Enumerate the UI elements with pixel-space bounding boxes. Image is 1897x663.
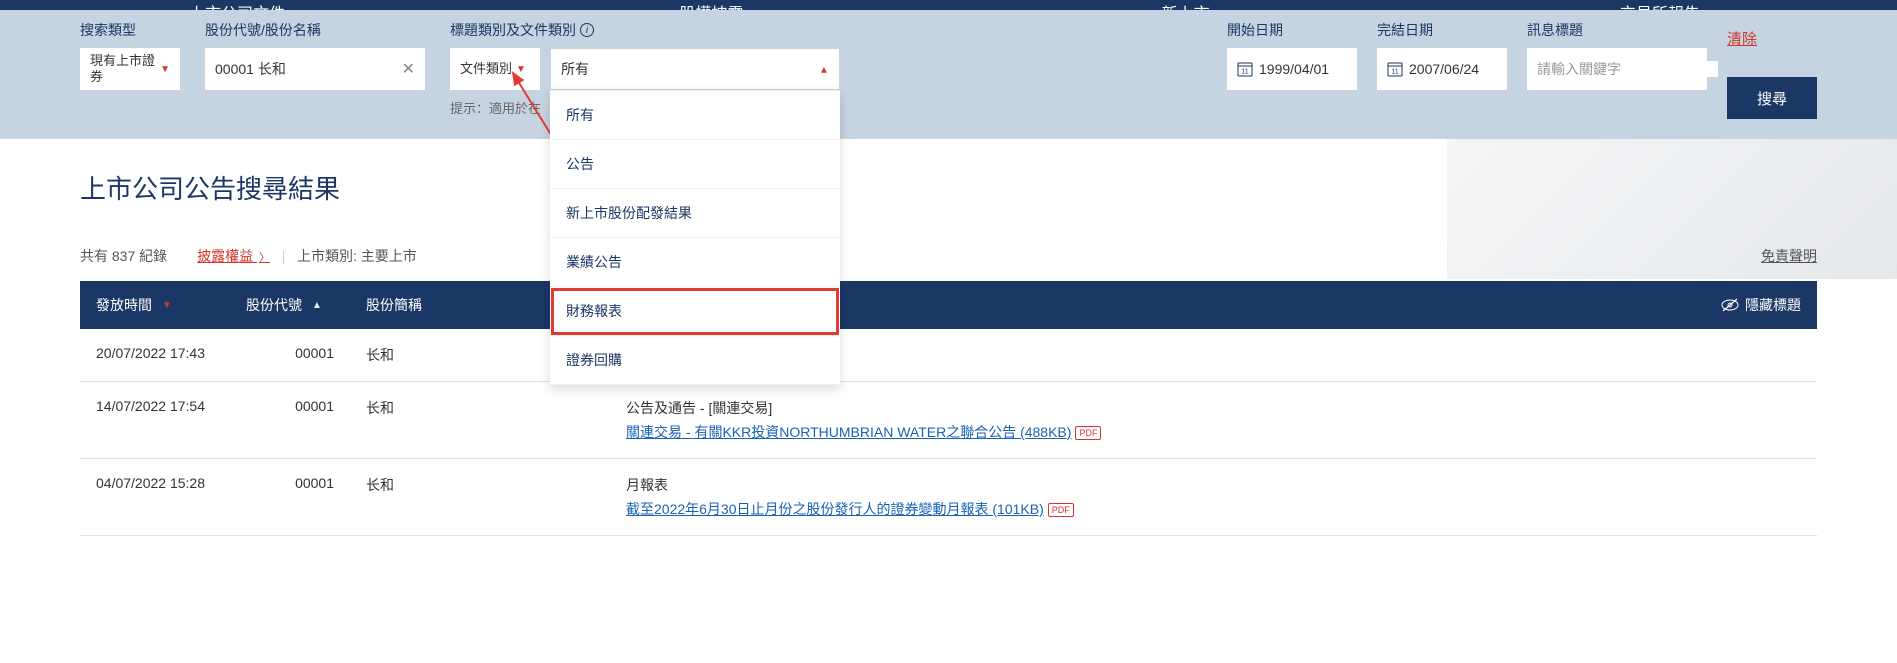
cell-time: 14/07/2022 17:54 bbox=[80, 382, 230, 459]
th-time[interactable]: 發放時間▼ bbox=[80, 281, 230, 329]
caret-up-icon: ▼ bbox=[819, 64, 829, 75]
content: 上市公司公告搜尋結果 共有 837 紀錄 披露權益 〉 | 上市類別: 主要上市… bbox=[0, 139, 1897, 566]
results-count: 共有 837 紀錄 bbox=[80, 246, 167, 266]
sort-desc-icon: ▼ bbox=[162, 300, 172, 311]
end-date-input[interactable]: 11 2007/06/24 bbox=[1377, 48, 1507, 90]
pdf-badge: PDF bbox=[1048, 503, 1074, 517]
search-type-select[interactable]: 現有上市證券 ▼ bbox=[80, 48, 180, 90]
hide-title-toggle[interactable]: 隱藏標題 bbox=[1721, 295, 1801, 315]
search-type-value: 現有上市證券 bbox=[90, 53, 156, 84]
table-row: 14/07/2022 17:5400001长和公告及通告 - [關連交易] 關連交… bbox=[80, 382, 1817, 459]
keyword-input-box[interactable] bbox=[1527, 48, 1707, 90]
category-label: 標題類別及文件類別 i bbox=[450, 20, 840, 40]
nav-item-listed[interactable]: 上市公司文件 bbox=[0, 0, 474, 10]
dropdown-item-buyback[interactable]: 證券回購 bbox=[550, 336, 840, 385]
dropdown-item-all[interactable]: 所有 bbox=[550, 91, 840, 140]
caret-down-icon: ▼ bbox=[516, 64, 526, 75]
calendar-icon: 11 bbox=[1237, 61, 1253, 77]
search-type-label: 搜索類型 bbox=[80, 20, 180, 40]
cell-name: 长和 bbox=[350, 382, 610, 459]
cell-time: 04/07/2022 15:28 bbox=[80, 459, 230, 536]
divider: | bbox=[282, 248, 286, 264]
doc-category: 月報表 bbox=[626, 475, 1801, 495]
svg-text:11: 11 bbox=[1241, 69, 1248, 76]
dropdown-item-results[interactable]: 業績公告 bbox=[550, 238, 840, 287]
dropdown-item-announcement[interactable]: 公告 bbox=[550, 140, 840, 189]
svg-text:11: 11 bbox=[1391, 69, 1398, 76]
stock-label: 股份代號/股份名稱 bbox=[205, 20, 425, 40]
stock-input[interactable] bbox=[215, 61, 402, 77]
clear-link[interactable]: 清除 bbox=[1727, 28, 1757, 49]
search-bar: 搜索類型 現有上市證券 ▼ 股份代號/股份名稱 ✕ 標題類別及文件類別 i 文件… bbox=[0, 10, 1897, 139]
end-date-label: 完結日期 bbox=[1377, 20, 1507, 40]
cell-code: 00001 bbox=[230, 382, 350, 459]
start-date-input[interactable]: 11 1999/04/01 bbox=[1227, 48, 1357, 90]
subcategory-dropdown: 所有 公告 新上市股份配發結果 業績公告 財務報表 證券回購 bbox=[550, 90, 840, 385]
category-value: 文件類別 bbox=[460, 61, 512, 77]
doc-category: 公告及通告 - [關連交易] bbox=[626, 398, 1801, 418]
stock-input-box[interactable]: ✕ bbox=[205, 48, 425, 90]
results-table: 發放時間▼ 股份代號▲ 股份簡稱 隱藏標題 20/07/2022 17:4300… bbox=[80, 281, 1817, 536]
list-type: 上市類別: 主要上市 bbox=[297, 248, 417, 264]
dropdown-item-allotment[interactable]: 新上市股份配發結果 bbox=[550, 189, 840, 238]
sort-asc-icon: ▲ bbox=[312, 300, 322, 311]
caret-down-icon: ▼ bbox=[160, 64, 170, 75]
th-code[interactable]: 股份代號▲ bbox=[230, 281, 350, 329]
cell-name: 长和 bbox=[350, 459, 610, 536]
end-date-value: 2007/06/24 bbox=[1409, 61, 1479, 77]
calendar-icon: 11 bbox=[1387, 61, 1403, 77]
top-nav: 上市公司文件 股權披露 新上市 交易所報告 bbox=[0, 0, 1897, 10]
dropdown-item-financial[interactable]: 財務報表 bbox=[550, 287, 840, 336]
table-row: 04/07/2022 15:2800001长和月報表截至2022年6月30日止月… bbox=[80, 459, 1817, 536]
cell-document: 公告及通告 - [關連交易] 關連交易 - 有關KKR投資NORTHUMBRIAN… bbox=[610, 382, 1817, 459]
start-date-value: 1999/04/01 bbox=[1259, 61, 1329, 77]
chevron-right-icon: 〉 bbox=[259, 252, 270, 264]
search-button[interactable]: 搜尋 bbox=[1727, 77, 1817, 119]
start-date-label: 開始日期 bbox=[1227, 20, 1357, 40]
eye-off-icon bbox=[1721, 298, 1739, 312]
keyword-label: 訊息標題 bbox=[1527, 20, 1707, 40]
doc-link[interactable]: 關連交易 - 有關KKR投資NORTHUMBRIAN WATER之聯合公告 (4… bbox=[626, 424, 1071, 440]
nav-item-exchange-report[interactable]: 交易所報告 bbox=[1423, 0, 1897, 10]
pdf-badge: PDF bbox=[1075, 426, 1101, 440]
results-meta: 共有 837 紀錄 披露權益 〉 | 上市類別: 主要上市 免責聲明 bbox=[80, 246, 1817, 266]
table-row: 20/07/2022 17:4300001长和PDF bbox=[80, 329, 1817, 382]
keyword-input[interactable] bbox=[1537, 61, 1718, 77]
doc-link[interactable]: 截至2022年6月30日止月份之股份發行人的證券變動月報表 (101KB) bbox=[626, 501, 1044, 517]
cell-time: 20/07/2022 17:43 bbox=[80, 329, 230, 382]
cell-code: 00001 bbox=[230, 459, 350, 536]
clear-x-icon[interactable]: ✕ bbox=[402, 59, 415, 79]
subcategory-value: 所有 bbox=[561, 59, 589, 79]
cell-code: 00001 bbox=[230, 329, 350, 382]
disclosure-link[interactable]: 披露權益 〉 bbox=[197, 248, 270, 264]
cell-document: 月報表截至2022年6月30日止月份之股份發行人的證券變動月報表 (101KB)… bbox=[610, 459, 1817, 536]
disclaimer-link[interactable]: 免責聲明 bbox=[1761, 246, 1817, 266]
subcategory-select[interactable]: 所有 ▼ bbox=[550, 48, 840, 90]
info-icon[interactable]: i bbox=[580, 23, 594, 37]
category-select[interactable]: 文件類別 ▼ bbox=[450, 48, 540, 90]
page-title: 上市公司公告搜尋結果 bbox=[80, 169, 1817, 206]
nav-item-disclosure[interactable]: 股權披露 bbox=[474, 0, 948, 10]
nav-item-newlisting[interactable]: 新上市 bbox=[949, 0, 1423, 10]
